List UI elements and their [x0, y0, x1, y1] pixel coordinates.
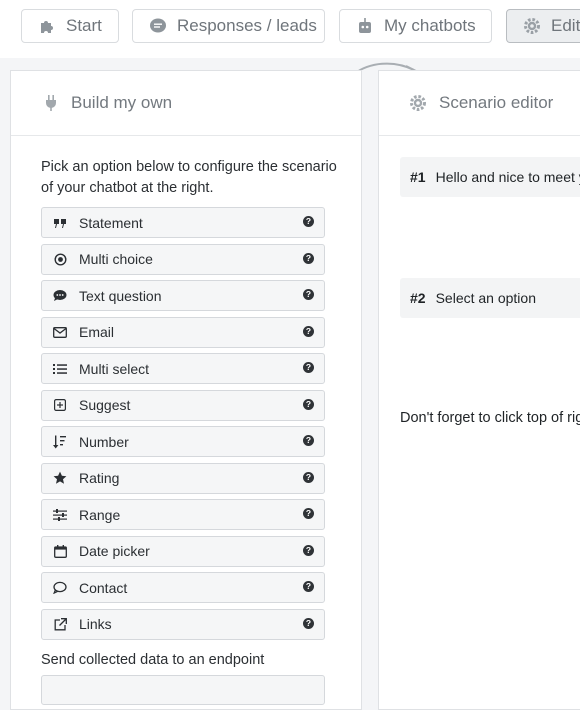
- envelope-icon: [53, 325, 67, 339]
- top-tabs: Start Responses / leads My chatbots Edit: [0, 0, 580, 58]
- option-label: Multi select: [79, 360, 150, 377]
- option-suggest[interactable]: Suggest ?: [41, 389, 325, 421]
- tab-my-chatbots[interactable]: My chatbots: [339, 9, 492, 43]
- option-label: Number: [79, 433, 129, 450]
- tab-start-label: Start: [66, 16, 102, 35]
- scenario-editor-header: Scenario editor: [379, 71, 580, 136]
- gear-icon: [524, 18, 540, 34]
- calendar-icon: [53, 544, 67, 558]
- option-label: Rating: [79, 470, 120, 486]
- option-statement[interactable]: Statement ?: [41, 207, 325, 238]
- scenario-editor-panel: Scenario editor #1 Hello and nice to mee…: [378, 70, 580, 710]
- save-reminder-text: Don't forget to click top of right: [400, 410, 580, 426]
- step-number: #1: [410, 169, 426, 185]
- option-label: Range: [79, 506, 121, 523]
- comment-outline-icon: [53, 581, 67, 595]
- step-number: #2: [410, 290, 426, 306]
- help-icon[interactable]: ?: [303, 544, 314, 556]
- step-text: Hello and nice to meet you: [435, 169, 580, 185]
- help-icon[interactable]: ?: [303, 435, 314, 446]
- puzzle-icon: [41, 21, 53, 33]
- option-label: Email: [79, 324, 115, 340]
- external-link-icon: [53, 617, 67, 631]
- option-multi-choice[interactable]: Multi choice ?: [41, 243, 325, 275]
- option-links[interactable]: Links ?: [41, 608, 325, 640]
- help-icon[interactable]: ?: [303, 617, 314, 629]
- option-label: Date picker: [79, 543, 150, 559]
- tab-responses-label: Responses / leads: [177, 16, 317, 35]
- option-text-question[interactable]: Text question ?: [41, 280, 325, 311]
- help-icon[interactable]: ?: [303, 508, 314, 519]
- comment-dots-icon: [53, 289, 67, 303]
- scenario-step[interactable]: #2 Select an option: [400, 278, 580, 318]
- help-icon[interactable]: ?: [303, 581, 314, 592]
- tab-edit[interactable]: Edit: [506, 9, 580, 43]
- option-number[interactable]: Number ?: [41, 426, 325, 457]
- option-contact[interactable]: Contact ?: [41, 572, 325, 603]
- list-icon: [53, 362, 67, 376]
- option-label: Text question: [79, 287, 162, 304]
- tab-my-chatbots-label: My chatbots: [384, 16, 476, 35]
- scenario-step[interactable]: #1 Hello and nice to meet you: [400, 157, 580, 197]
- chat-bubble-icon: [150, 18, 166, 33]
- option-email[interactable]: Email ?: [41, 316, 325, 348]
- option-label: Suggest: [79, 397, 131, 413]
- tab-responses-leads[interactable]: Responses / leads: [132, 9, 325, 43]
- option-multi-select[interactable]: Multi select ?: [41, 353, 325, 384]
- help-icon[interactable]: ?: [303, 289, 314, 300]
- robot-icon: [359, 18, 371, 33]
- help-icon[interactable]: ?: [303, 362, 314, 373]
- help-icon[interactable]: ?: [303, 216, 314, 227]
- option-label: Links: [79, 616, 112, 632]
- plus-square-icon: [53, 398, 67, 412]
- option-date-picker[interactable]: Date picker ?: [41, 535, 325, 567]
- help-icon[interactable]: ?: [303, 471, 314, 483]
- option-range[interactable]: Range ?: [41, 499, 325, 530]
- question-type-list: Statement ? Multi choice ? Text question…: [41, 207, 325, 645]
- step-text: Select an option: [435, 290, 536, 306]
- radio-icon: [53, 252, 67, 266]
- option-label: Multi choice: [79, 251, 153, 267]
- tab-start[interactable]: Start: [21, 9, 119, 43]
- plug-icon: [46, 95, 56, 111]
- sliders-icon: [53, 508, 67, 522]
- gear-icon: [410, 95, 426, 111]
- help-icon[interactable]: ?: [303, 325, 314, 337]
- sort-numeric-icon: [53, 435, 67, 449]
- panel-title: Build my own: [71, 93, 173, 112]
- panel-title: Scenario editor: [439, 93, 554, 112]
- build-my-own-panel: Build my own Pick an option below to con…: [10, 70, 362, 710]
- help-icon[interactable]: ?: [303, 398, 314, 410]
- star-icon: [53, 471, 67, 485]
- build-my-own-header: Build my own: [11, 71, 361, 136]
- option-label: Contact: [79, 579, 128, 596]
- builder-intro-text: Pick an option below to configure the sc…: [41, 159, 337, 196]
- endpoint-label: Send collected data to an endpoint: [41, 652, 265, 668]
- quote-icon: [53, 216, 67, 230]
- tab-edit-label: Edit: [551, 16, 580, 35]
- option-rating[interactable]: Rating ?: [41, 462, 325, 494]
- help-icon[interactable]: ?: [303, 252, 314, 264]
- option-label: Statement: [79, 214, 143, 231]
